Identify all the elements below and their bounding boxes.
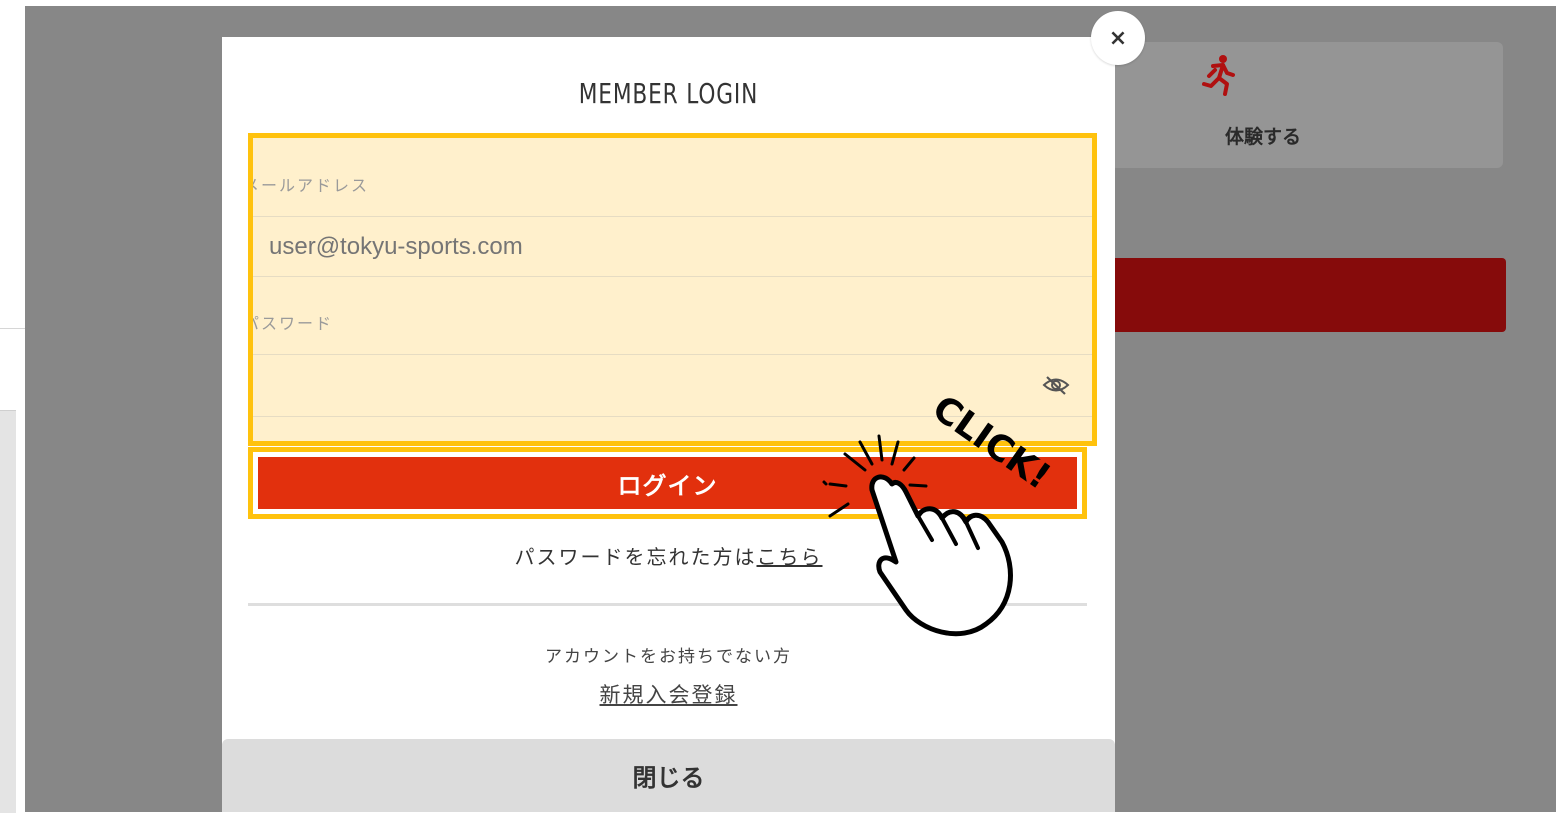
login-form-highlight: メールアドレス パスワード: [248, 133, 1097, 446]
modal-title: MEMBER LOGIN: [578, 77, 759, 110]
forgot-password-text: パスワードを忘れた方は: [514, 545, 757, 569]
register-row: 新規入会登録: [222, 679, 1115, 709]
email-field-bottom-border: [253, 276, 1092, 277]
login-modal: MEMBER LOGIN メールアドレス パスワード ログイン パスワードを忘れ…: [222, 37, 1115, 812]
modal-divider: [248, 603, 1087, 606]
background-panel: [0, 410, 16, 813]
password-input[interactable]: [253, 358, 1088, 416]
forgot-password-link[interactable]: こちら: [757, 545, 823, 569]
running-person-icon: [1202, 55, 1235, 96]
eye-slash-icon[interactable]: [1042, 374, 1070, 396]
password-field-top-border: [253, 354, 1092, 355]
email-field-top-border: [253, 216, 1092, 217]
login-button-highlight: ログイン: [248, 447, 1087, 519]
experience-card-label: 体験する: [1224, 126, 1301, 148]
background-action-bar[interactable]: [1110, 258, 1506, 332]
register-link[interactable]: 新規入会登録: [600, 683, 738, 707]
password-field-bottom-border: [253, 416, 1092, 417]
login-button[interactable]: ログイン: [258, 457, 1077, 509]
email-label: メールアドレス: [248, 176, 370, 195]
background-divider: [0, 328, 25, 329]
close-modal-button[interactable]: 閉じる: [222, 739, 1115, 812]
close-icon[interactable]: ×: [1091, 11, 1145, 65]
no-account-text: アカウントをお持ちでない方: [545, 647, 792, 667]
forgot-password-row: パスワードを忘れた方はこちら: [222, 541, 1115, 570]
password-label: パスワード: [248, 314, 334, 333]
email-input[interactable]: [253, 218, 1088, 276]
background-page-edge: [0, 0, 25, 813]
experience-card[interactable]: 体験する: [1110, 42, 1503, 168]
